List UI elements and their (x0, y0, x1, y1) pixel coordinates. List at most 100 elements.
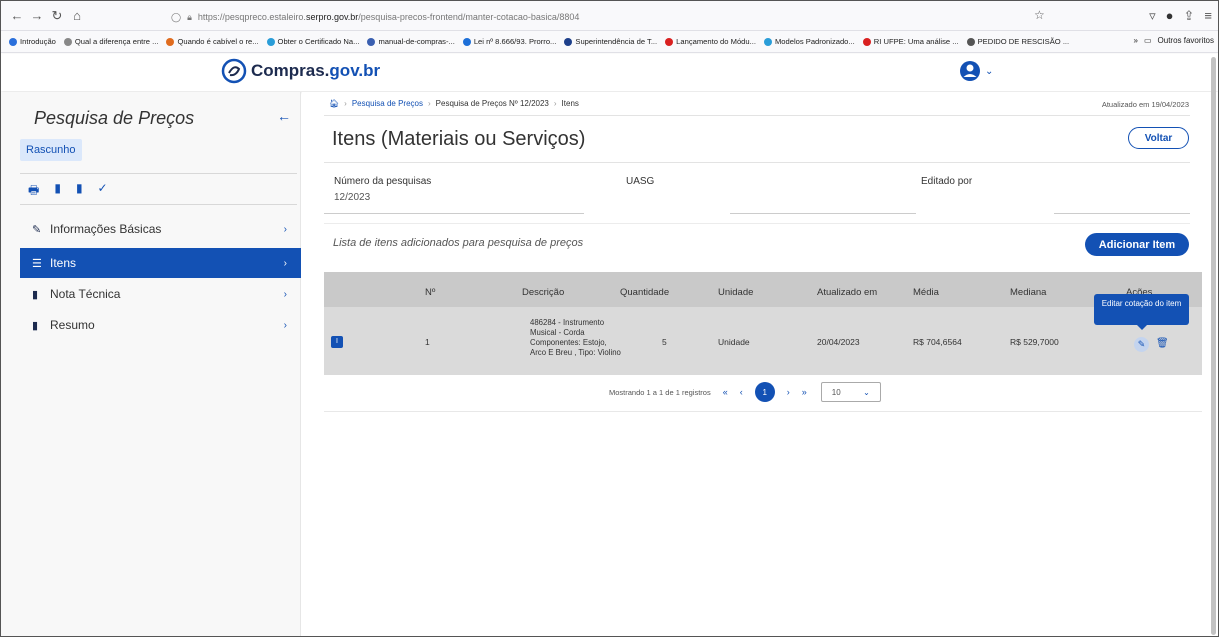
divider (324, 115, 1190, 116)
bookmark-label: Qual a diferença entre ... (74, 37, 159, 46)
bookmark-item[interactable]: RI UFPE: Uma análise ... (862, 37, 959, 46)
last-page-icon[interactable]: » (802, 387, 807, 397)
trash-icon[interactable]: 🗑︎ (1156, 338, 1169, 349)
page-button-current[interactable]: 1 (754, 382, 775, 402)
sidebar-item-informacoes-basicas[interactable]: ✎ Informações Básicas › (20, 214, 301, 244)
bookmark-item[interactable]: Superintendência de T... (564, 37, 657, 46)
bookmark-icon (763, 37, 772, 46)
uasg-label: UASG (626, 176, 655, 187)
page-scrollbar[interactable] (1209, 53, 1218, 636)
numero-label: Número da pesquisas (334, 176, 432, 187)
sidebar-item-label: Resumo (50, 318, 95, 332)
star-icon[interactable]: ☆ (1034, 8, 1045, 22)
shield-icon: ◯ (171, 11, 182, 22)
next-page-icon[interactable]: › (787, 387, 790, 397)
url-field[interactable]: ◯ 🔒︎ https://pesqpreco.estaleiro.serpro.… (171, 8, 1051, 26)
sidebar-item-label: Itens (50, 256, 77, 270)
bookmark-item[interactable]: Quando é cabível o re... (166, 37, 259, 46)
bookmark-item[interactable]: Lei nº 8.666/93. Prorro... (462, 37, 556, 46)
back-button[interactable]: Voltar (1128, 127, 1189, 149)
share-icon[interactable]: ⇪ (1184, 8, 1195, 24)
pdf-icon[interactable]: ▮ (54, 181, 61, 202)
breadcrumb-link-pesquisa[interactable]: Pesquisa de Preços (352, 99, 423, 108)
compras-logo[interactable]: Compras.gov.br (221, 58, 380, 84)
reload-icon[interactable]: ↻ (47, 8, 67, 24)
divider (20, 204, 297, 205)
pagination-summary: Mostrando 1 a 1 de 1 registros (609, 387, 711, 397)
divider (324, 411, 1202, 412)
cell-media: R$ 704,6564 (913, 337, 962, 347)
breadcrumb-item-itens: Itens (561, 99, 579, 108)
cell-atualizado: 20/04/2023 (817, 337, 860, 347)
browser-window: ← → ↻ ⌂ ◯ 🔒︎ https://pesqpreco.estaleiro… (0, 0, 1219, 637)
logo-gov: gov.br (329, 61, 381, 80)
col-header-media: Média (913, 287, 939, 298)
page-size-select[interactable]: 10 ⌄ (820, 382, 881, 402)
col-header-descricao: Descrição (522, 287, 565, 298)
home-icon[interactable]: 🏠︎ (329, 99, 339, 108)
bookmarks-more-icon[interactable]: » (1134, 36, 1138, 45)
cell-numero: 1 (425, 337, 430, 347)
extension-icon[interactable]: ● (1166, 8, 1174, 24)
list-icon: ☰ (32, 257, 42, 270)
chevron-down-icon: ⌄ (985, 65, 994, 77)
cell-quantidade: 5 (662, 337, 667, 347)
bookmark-item[interactable]: PEDIDO DE RESCISÃO ... (966, 37, 1069, 46)
row-expand-icon[interactable]: I (331, 336, 343, 348)
breadcrumb: 🏠︎ › Pesquisa de Preços › Pesquisa de Pr… (329, 99, 579, 108)
user-menu[interactable]: ⌄ (959, 60, 993, 82)
file-text-icon: ▮ (32, 319, 39, 332)
sidebar-item-label: Nota Técnica (50, 287, 121, 301)
doc-icon[interactable]: ▮ (76, 181, 83, 202)
bookmark-item[interactable]: Obter o Certificado Na... (266, 37, 359, 46)
sidebar-item-resumo[interactable]: ▮ Resumo › (20, 310, 301, 340)
url-domain: serpro.gov.br (305, 12, 359, 22)
chevron-right-icon: › (283, 223, 287, 235)
bookmark-icon (862, 37, 871, 46)
bookmark-item[interactable]: Modelos Padronizado... (763, 37, 855, 46)
scrollbar-thumb[interactable] (1211, 57, 1216, 635)
check-icon[interactable]: ✓ (98, 181, 108, 202)
bookmark-icon (63, 37, 72, 46)
bookmark-icon (462, 37, 471, 46)
back-icon[interactable]: ← (7, 8, 27, 23)
bookmarks-overflow[interactable]: » ▭ Outros favoritos (1134, 36, 1214, 45)
sidebar-title: Pesquisa de Preços (34, 108, 195, 128)
forward-icon[interactable]: → (27, 8, 47, 23)
bookmarks-bar: Introdução Qual a diferença entre ... Quan… (1, 31, 1218, 53)
bookmark-label: Introdução (20, 37, 56, 46)
url-path: /pesquisa-precos-frontend/manter-cotacao… (358, 12, 580, 22)
url-prefix: https://pesqpreco.estaleiro. (197, 12, 306, 22)
updated-date: Atualizado em 19/04/2023 (1101, 100, 1189, 109)
add-item-button[interactable]: Adicionar Item (1085, 233, 1189, 256)
chevron-right-icon: › (283, 288, 287, 300)
pocket-icon[interactable]: ▿ (1149, 8, 1156, 24)
col-header-numero: Nº (425, 287, 436, 298)
list-caption: Lista de itens adicionados para pesquisa… (333, 237, 584, 249)
editado-label: Editado por (921, 176, 973, 187)
breadcrumb-separator-icon: › (344, 99, 347, 108)
print-icon[interactable]: 🖶︎ (28, 181, 39, 202)
cell-unidade: Unidade (718, 337, 750, 347)
sidebar-item-nota-tecnica[interactable]: ▮ Nota Técnica › (20, 279, 301, 309)
collapse-sidebar-icon[interactable]: ← (277, 108, 291, 124)
divider (324, 223, 1190, 224)
folder-icon: ▭ (1143, 36, 1152, 45)
pencil-icon: ✎ (32, 223, 42, 236)
breadcrumb-separator-icon: › (427, 99, 431, 108)
main-content: 🏠︎ › Pesquisa de Preços › Pesquisa de Pr… (302, 92, 1218, 636)
other-favorites[interactable]: Outros favoritos (1158, 36, 1214, 45)
home-icon[interactable]: ⌂ (67, 8, 87, 23)
bookmark-item[interactable]: Lançamento do Módu... (665, 37, 756, 46)
table-row[interactable]: I 1 486284 - Instrumento Musical - Corda… (324, 307, 1202, 375)
bookmark-item[interactable]: Qual a diferença entre ... (63, 37, 159, 46)
first-page-icon[interactable]: « (723, 387, 728, 397)
bookmark-item[interactable]: Introdução (9, 37, 56, 46)
site-header: Compras.gov.br ⌄ (1, 54, 1218, 91)
prev-page-icon[interactable]: ‹ (740, 387, 743, 397)
col-header-atualizado: Atualizado em (817, 287, 878, 298)
sidebar-item-itens[interactable]: ☰ Itens › (20, 248, 301, 278)
menu-icon[interactable]: ≡ (1204, 8, 1212, 24)
edit-icon[interactable]: ✎ (1134, 337, 1149, 352)
bookmark-item[interactable]: manual-de-compras-... (367, 37, 455, 46)
